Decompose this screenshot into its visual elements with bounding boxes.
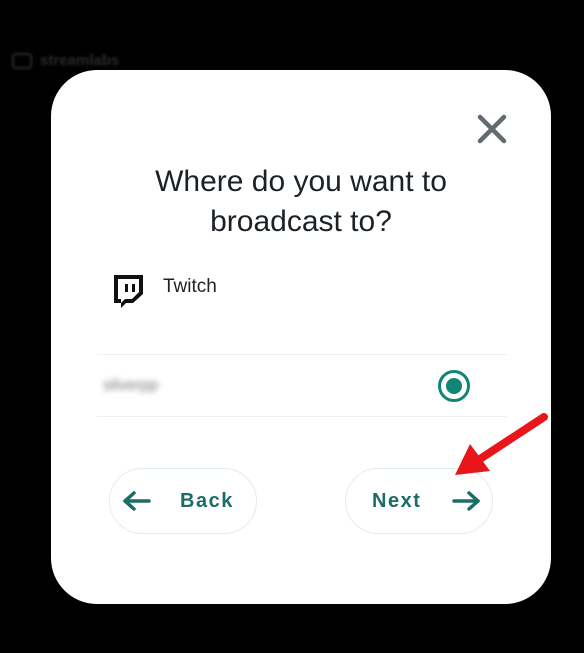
screen: streamlabs Where do you want to broadcas…	[0, 0, 584, 653]
radio-selected-dot	[446, 378, 462, 394]
back-button-label: Back	[180, 489, 234, 512]
dialog-title: Where do you want to broadcast to?	[155, 165, 447, 238]
account-name: silverpp	[103, 377, 159, 394]
arrow-left-icon	[123, 491, 151, 511]
platform-header: Twitch	[109, 272, 217, 310]
twitch-icon	[114, 275, 143, 308]
background-app-logo: streamlabs	[12, 52, 119, 69]
background-logo-text: streamlabs	[40, 52, 120, 69]
streamlabs-logo-icon	[12, 52, 32, 69]
platform-name: Twitch	[163, 276, 217, 297]
arrow-right-icon	[452, 491, 481, 511]
close-icon[interactable]	[473, 110, 511, 148]
next-button-label: Next	[372, 489, 422, 512]
account-radio-button[interactable]	[438, 370, 470, 402]
broadcast-destination-dialog: Where do you want to broadcast to? Twitc…	[51, 70, 551, 604]
annotation-arrow-icon	[455, 413, 548, 475]
back-button[interactable]: Back	[109, 468, 257, 534]
